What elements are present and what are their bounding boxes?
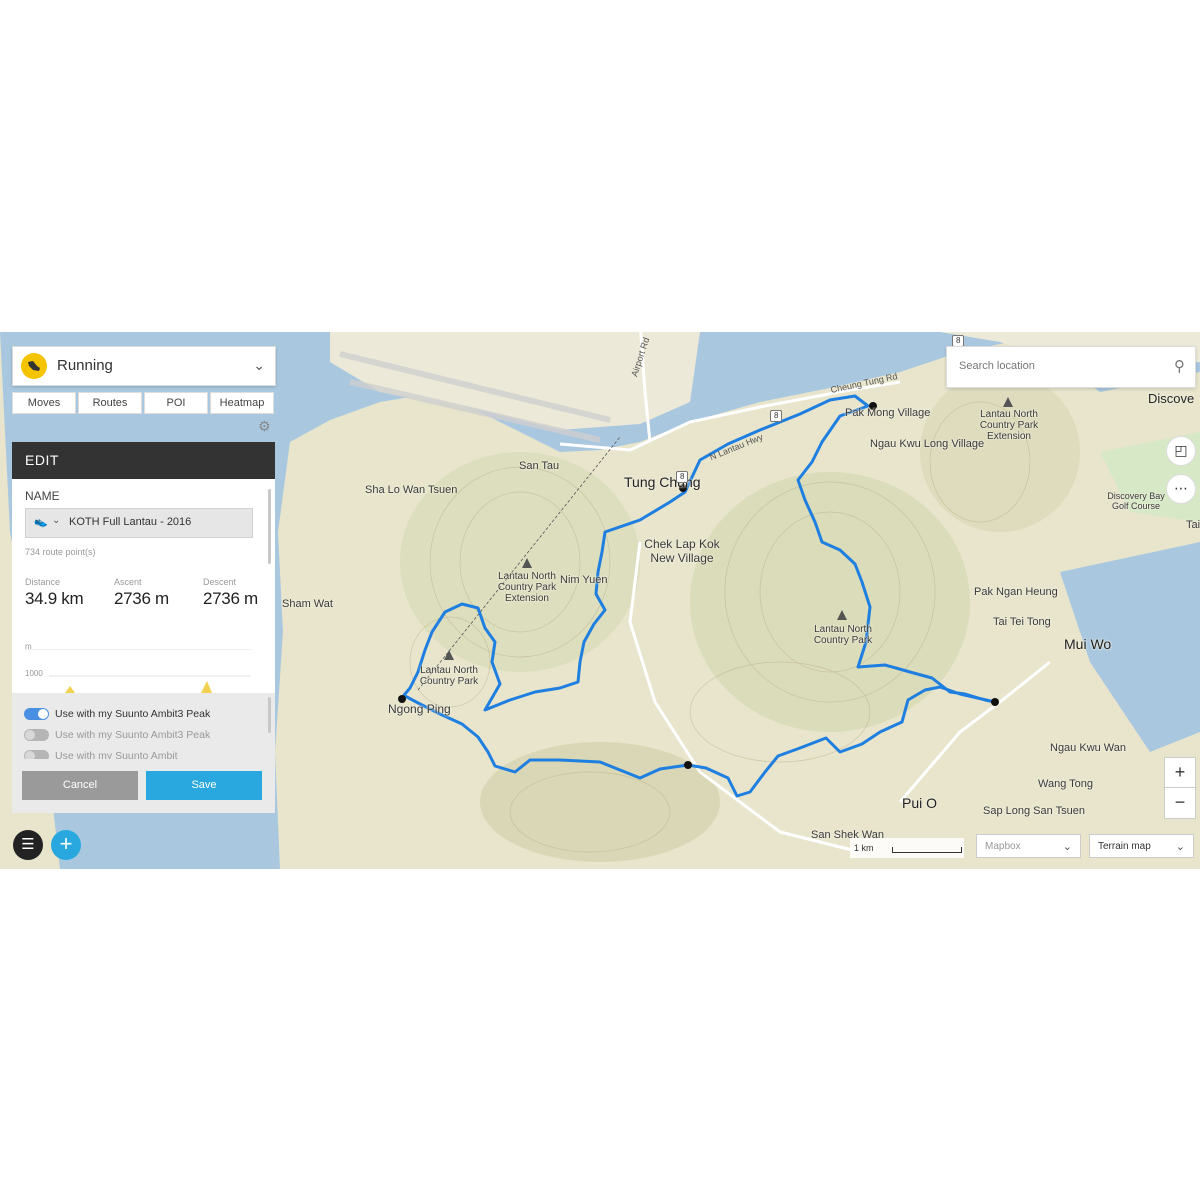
- place-pak-ngan-heung: Pak Ngan Heung: [974, 586, 1058, 598]
- cancel-button[interactable]: Cancel: [22, 771, 138, 800]
- scrollbar[interactable]: [268, 489, 271, 564]
- activity-label: Running: [57, 357, 113, 374]
- place-mui-wo: Mui Wo: [1064, 636, 1112, 652]
- route-points-count: 734 route point(s): [25, 547, 96, 557]
- place-tung-chung: Tung Chung: [624, 474, 701, 490]
- park-ne-extension: Lantau North Country Park Extension: [979, 409, 1039, 442]
- device-toggle-label: Use with my Suunto Ambit3 Peak: [55, 708, 211, 720]
- stat-distance: Distance 34.9 km: [25, 577, 84, 609]
- chevron-down-icon: ⌄: [1175, 841, 1185, 853]
- search-icon[interactable]: ⚲: [1174, 357, 1185, 375]
- stat-label: Ascent: [114, 577, 142, 587]
- place-sha-lo-wan: Sha Lo Wan Tsuen: [365, 484, 458, 496]
- zoom-out-button[interactable]: −: [1164, 787, 1196, 819]
- device-toggle-row[interactable]: Use with my Suunto Ambit3 Peak: [24, 729, 211, 742]
- running-shoe-icon: 👟: [34, 516, 48, 528]
- place-san-tau: San Tau: [519, 460, 560, 472]
- search-location[interactable]: Search location ⚲: [946, 346, 1196, 388]
- gear-icon[interactable]: ⚙: [258, 418, 271, 435]
- scrollbar[interactable]: [268, 697, 271, 733]
- stat-label: Distance: [25, 577, 61, 587]
- chevron-down-icon[interactable]: ⌄: [52, 515, 60, 526]
- elevation-chart: [25, 649, 251, 693]
- place-ngau-kwu-long: Ngau Kwu Long Village: [870, 438, 985, 450]
- compass-icon[interactable]: ◰: [1166, 436, 1196, 466]
- menu-icon[interactable]: ☰: [13, 830, 43, 860]
- search-input[interactable]: Search location: [959, 360, 1035, 372]
- tab-poi[interactable]: POI: [144, 392, 208, 414]
- place-sham-wat: Sham Wat: [282, 598, 333, 610]
- device-toggle-label: Use with my Suunto Ambit: [55, 750, 178, 759]
- park-ngong-ping: Lantau North Country Park: [419, 665, 479, 687]
- map-style-value: Terrain map: [1098, 841, 1151, 852]
- scale-label: 1 km: [854, 843, 874, 853]
- toggle-switch-off[interactable]: [24, 750, 49, 759]
- activity-selector[interactable]: Running ⌄: [12, 346, 276, 386]
- place-wang-tong: Wang Tong: [1038, 778, 1094, 790]
- route-shield: 8: [676, 471, 689, 483]
- device-toggle-label: Use with my Suunto Ambit3 Peak: [55, 729, 211, 741]
- toggle-switch-off[interactable]: [24, 729, 49, 742]
- stat-value: 2736 m: [114, 589, 169, 608]
- map-provider-select[interactable]: Mapbox ⌄: [976, 834, 1081, 858]
- add-icon[interactable]: +: [51, 830, 81, 860]
- place-tai-tei-tong: Tai Tei Tong: [993, 616, 1051, 628]
- running-shoe-icon: [21, 353, 47, 379]
- app-screen: Tung Chung Mui Wo Pui O Ngong Ping San T…: [0, 332, 1200, 869]
- place-pak-mong: Pak Mong Village: [845, 407, 931, 419]
- tab-routes[interactable]: Routes: [78, 392, 142, 414]
- device-toggle-row[interactable]: Use with my Suunto Ambit3 Peak: [24, 708, 211, 721]
- route-name-field[interactable]: 👟 ⌄ KOTH Full Lantau - 2016: [25, 508, 253, 538]
- more-options-icon[interactable]: ⋯: [1166, 474, 1196, 504]
- edit-header: EDIT: [12, 442, 275, 479]
- place-nim-yuen: Nim Yuen: [560, 574, 608, 586]
- place-discovery: Discove: [1148, 391, 1195, 406]
- stat-value: 34.9 km: [25, 589, 84, 608]
- save-button[interactable]: Save: [146, 771, 262, 800]
- place-discovery-bay-golf: Discovery Bay Golf Course: [1107, 491, 1165, 511]
- device-toggle-row[interactable]: Use with my Suunto Ambit: [24, 750, 178, 759]
- zoom-in-button[interactable]: +: [1164, 757, 1196, 789]
- route-name-value: KOTH Full Lantau - 2016: [69, 516, 192, 528]
- scale-bar: [892, 847, 962, 853]
- chevron-down-icon: ⌄: [253, 357, 265, 373]
- name-label: NAME: [25, 489, 60, 503]
- stat-descent: Descent 2736 m: [203, 577, 258, 609]
- map-provider-value: Mapbox: [985, 841, 1021, 852]
- place-ngau-kwu-wan: Ngau Kwu Wan: [1050, 742, 1127, 754]
- place-tai: Tai: [1186, 519, 1200, 531]
- tab-moves[interactable]: Moves: [12, 392, 76, 414]
- place-chek-lap-kok: Chek Lap Kok New Village: [644, 537, 720, 565]
- map-scale: 1 km: [850, 838, 964, 858]
- tab-heatmap[interactable]: Heatmap: [210, 392, 274, 414]
- nav-tabs: Moves Routes POI Heatmap: [12, 392, 274, 414]
- edit-panel: NAME 👟 ⌄ KOTH Full Lantau - 2016 734 rou…: [12, 479, 275, 693]
- park-north: Lantau North Country Park: [813, 624, 873, 646]
- stat-ascent: Ascent 2736 m: [114, 577, 169, 609]
- map-style-select[interactable]: Terrain map ⌄: [1089, 834, 1194, 858]
- place-pui-o: Pui O: [902, 795, 938, 811]
- stat-label: Descent: [203, 577, 237, 587]
- chevron-down-icon: ⌄: [1062, 841, 1072, 853]
- place-sap-long: Sap Long San Tsuen: [983, 805, 1085, 817]
- route-shield: 8: [770, 410, 783, 422]
- place-ngong-ping: Ngong Ping: [388, 702, 451, 716]
- park-north-extension: Lantau North Country Park Extension: [497, 571, 557, 604]
- toggle-switch-on[interactable]: [24, 708, 49, 721]
- stat-value: 2736 m: [203, 589, 258, 608]
